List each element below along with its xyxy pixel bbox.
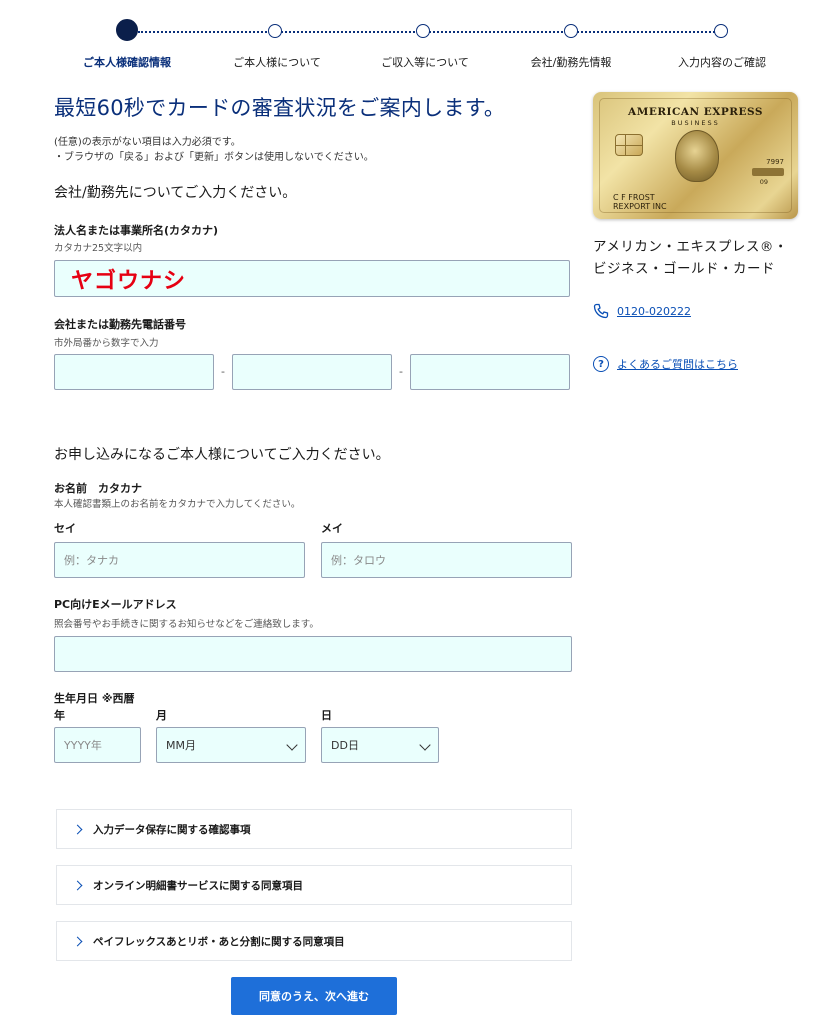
company-phone-exchange-input[interactable]: [232, 354, 392, 390]
card-holder-line2: REXPORT INC: [613, 202, 667, 211]
step-label-5: 入力内容のご確認: [678, 56, 766, 69]
phone-separator-1: -: [221, 365, 225, 378]
accordion-payflex[interactable]: ペイフレックスあとリボ・あと分割に関する同意項目: [56, 921, 572, 961]
step-dot-3: [416, 24, 430, 38]
progress-stepper: ご本人様確認情報 ご本人様について ご収入等について 会社/勤務先情報 入力内容…: [0, 0, 833, 80]
company-name-input[interactable]: ヤゴウナシ: [54, 260, 570, 297]
mei-input[interactable]: 例：タロウ: [321, 542, 572, 578]
card-number-fragment: 7997: [766, 158, 784, 166]
faq-link[interactable]: ? よくあるご質問はこちら: [593, 356, 738, 372]
company-phone-number-input[interactable]: [410, 354, 570, 390]
chevron-right-icon: [72, 824, 83, 834]
mei-label: メイ: [321, 522, 343, 535]
sei-label: セイ: [54, 522, 76, 535]
card-holder-line1: C F FROST: [613, 193, 655, 202]
sei-input[interactable]: 例：タナカ: [54, 542, 305, 578]
required-note: (任意)の表示がない項目は入力必須です。: [54, 137, 241, 148]
chevron-right-icon: [72, 880, 83, 890]
company-phone-area-input[interactable]: [54, 354, 214, 390]
company-phone-label: 会社または勤務先電話番号: [54, 318, 186, 331]
email-input[interactable]: [54, 636, 572, 672]
company-name-label: 法人名または事業所名(カタカナ): [54, 224, 219, 237]
step-label-2: ご本人様について: [233, 56, 321, 69]
card-sub-text: BUSINESS: [671, 119, 720, 127]
product-name-line1: アメリカン・エキスプレス®・: [593, 239, 788, 255]
chevron-down-icon: [286, 739, 298, 751]
browser-warning-note: ・ブラウザの「戻る」および「更新」ボタンは使用しないでください。: [54, 152, 374, 163]
step-dot-2: [268, 24, 282, 38]
card-holder-name: C F FROST REXPORT INC: [613, 193, 667, 211]
birth-year-label: 年: [54, 709, 65, 722]
phone-link[interactable]: 0120-020222: [593, 303, 691, 319]
accordion-data-storage[interactable]: 入力データ保存に関する確認事項: [56, 809, 572, 849]
birth-day-label: 日: [321, 709, 332, 722]
card-logo-icon: [752, 168, 784, 176]
company-name-hint: カタカナ25文字以内: [54, 243, 143, 254]
birth-day-select[interactable]: DD日: [321, 727, 439, 763]
birth-year-input[interactable]: YYYY年: [54, 727, 141, 763]
accordion-label: 入力データ保存に関する確認事項: [93, 823, 251, 836]
chevron-down-icon: [419, 739, 431, 751]
step-dot-5: [714, 24, 728, 38]
name-hint: 本人確認書類上のお名前をカタカナで入力してください。: [54, 499, 301, 510]
birth-month-value: MM月: [166, 739, 196, 752]
accordion-label: オンライン明細書サービスに関する同意項目: [93, 879, 303, 892]
birth-month-select[interactable]: MM月: [156, 727, 306, 763]
birth-month-label: 月: [156, 709, 167, 722]
page-headline: 最短60秒でカードの審査状況をご案内します。: [54, 96, 506, 120]
section-title-company: 会社/勤務先についてご入力ください。: [54, 185, 297, 201]
question-icon: ?: [593, 356, 609, 372]
centurion-icon: [675, 130, 719, 182]
phone-icon: [593, 303, 609, 319]
step-label-1: ご本人様確認情報: [83, 56, 171, 69]
card-expiry: 09: [759, 178, 768, 186]
birth-day-value: DD日: [331, 739, 359, 752]
step-dot-4: [564, 24, 578, 38]
accordion-online-statement[interactable]: オンライン明細書サービスに関する同意項目: [56, 865, 572, 905]
name-label: お名前 カタカナ: [54, 482, 142, 495]
product-name: アメリカン・エキスプレス®・ ビジネス・ゴールド・カード: [593, 236, 823, 280]
step-dot-1: [116, 19, 138, 41]
birthdate-label: 生年月日 ※西暦: [54, 692, 135, 705]
email-hint: 照会番号やお手続きに関するお知らせなどをご連絡致します。: [54, 619, 319, 630]
chevron-right-icon: [72, 936, 83, 946]
company-phone-hint: 市外局番から数字で入力: [54, 338, 159, 349]
faq-link-label: よくあるご質問はこちら: [617, 358, 738, 371]
phone-number: 0120-020222: [617, 304, 691, 318]
accordion-label: ペイフレックスあとリボ・あと分割に関する同意項目: [93, 935, 345, 948]
card-chip-icon: [615, 134, 643, 156]
step-label-4: 会社/勤務先情報: [530, 56, 612, 69]
product-name-line2: ビジネス・ゴールド・カード: [593, 261, 775, 277]
card-image: AMERICAN EXPRESS BUSINESS 7997 09 C F FR…: [593, 92, 798, 219]
agree-next-button[interactable]: 同意のうえ、次へ進む: [231, 977, 397, 1015]
card-brand-text: AMERICAN EXPRESS: [628, 106, 763, 118]
email-label: PC向けEメールアドレス: [54, 598, 177, 611]
phone-separator-2: -: [399, 365, 403, 378]
section-title-personal: お申し込みになるご本人様についてご入力ください。: [54, 447, 390, 463]
step-label-3: ご収入等について: [381, 56, 469, 69]
